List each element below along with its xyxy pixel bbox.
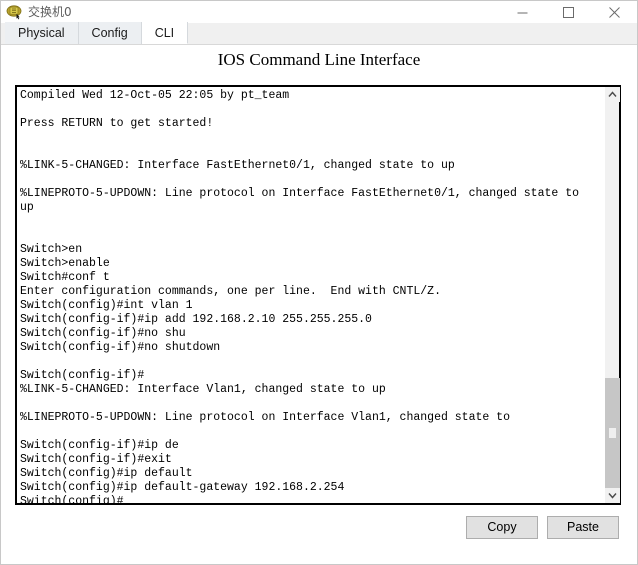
window-title: 交换机0 bbox=[28, 5, 72, 19]
console-actions: Copy Paste bbox=[1, 507, 637, 547]
chevron-down-icon bbox=[608, 493, 617, 499]
maximize-icon bbox=[562, 6, 574, 18]
switch-device-icon bbox=[6, 5, 22, 20]
tab-config[interactable]: Config bbox=[78, 22, 142, 44]
scroll-up-button[interactable] bbox=[605, 87, 620, 102]
device-window: 交换机0 Physical Config CLI IOS Command Lin… bbox=[0, 0, 638, 565]
cli-scrollbar[interactable] bbox=[604, 87, 620, 503]
scrollbar-grip bbox=[609, 428, 616, 438]
cli-output-text: Compiled Wed 12-Oct-05 22:05 by pt_team … bbox=[20, 89, 579, 503]
minimize-icon bbox=[517, 12, 527, 13]
tab-physical[interactable]: Physical bbox=[5, 22, 79, 44]
close-button[interactable] bbox=[591, 1, 637, 23]
scrollbar-thumb[interactable] bbox=[605, 378, 620, 488]
window-controls bbox=[499, 1, 637, 23]
maximize-button[interactable] bbox=[545, 1, 591, 23]
cli-output-area[interactable]: Compiled Wed 12-Oct-05 22:05 by pt_team … bbox=[17, 87, 604, 503]
paste-button[interactable]: Paste bbox=[547, 515, 619, 539]
title-bar: 交换机0 bbox=[1, 1, 637, 23]
tab-cli[interactable]: CLI bbox=[141, 22, 189, 44]
tab-strip: Physical Config CLI bbox=[1, 22, 637, 45]
close-icon bbox=[608, 6, 620, 18]
copy-button[interactable]: Copy bbox=[466, 515, 538, 539]
minimize-button[interactable] bbox=[499, 1, 545, 23]
chevron-up-icon bbox=[608, 91, 617, 97]
scroll-down-button[interactable] bbox=[605, 488, 620, 503]
page-title: IOS Command Line Interface bbox=[1, 45, 637, 75]
cli-console[interactable]: Compiled Wed 12-Oct-05 22:05 by pt_team … bbox=[15, 85, 621, 505]
